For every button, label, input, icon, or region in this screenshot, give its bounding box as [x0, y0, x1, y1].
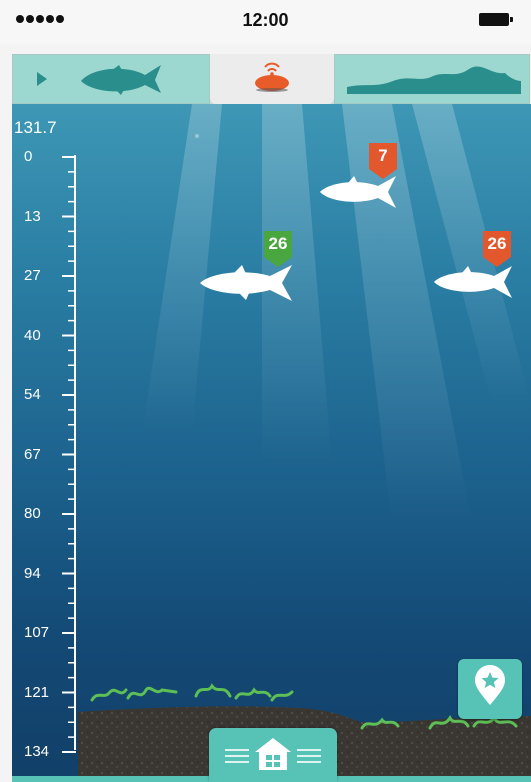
- fish-finder-app: 12:00 131.7 0 13 27 40 54 67 80 94 107 1…: [0, 0, 531, 782]
- seabed: [78, 683, 531, 782]
- location-pin-star-icon: [475, 665, 505, 705]
- home-icon: [225, 738, 321, 770]
- home-button[interactable]: [209, 728, 337, 782]
- mark-location-button[interactable]: [458, 659, 522, 719]
